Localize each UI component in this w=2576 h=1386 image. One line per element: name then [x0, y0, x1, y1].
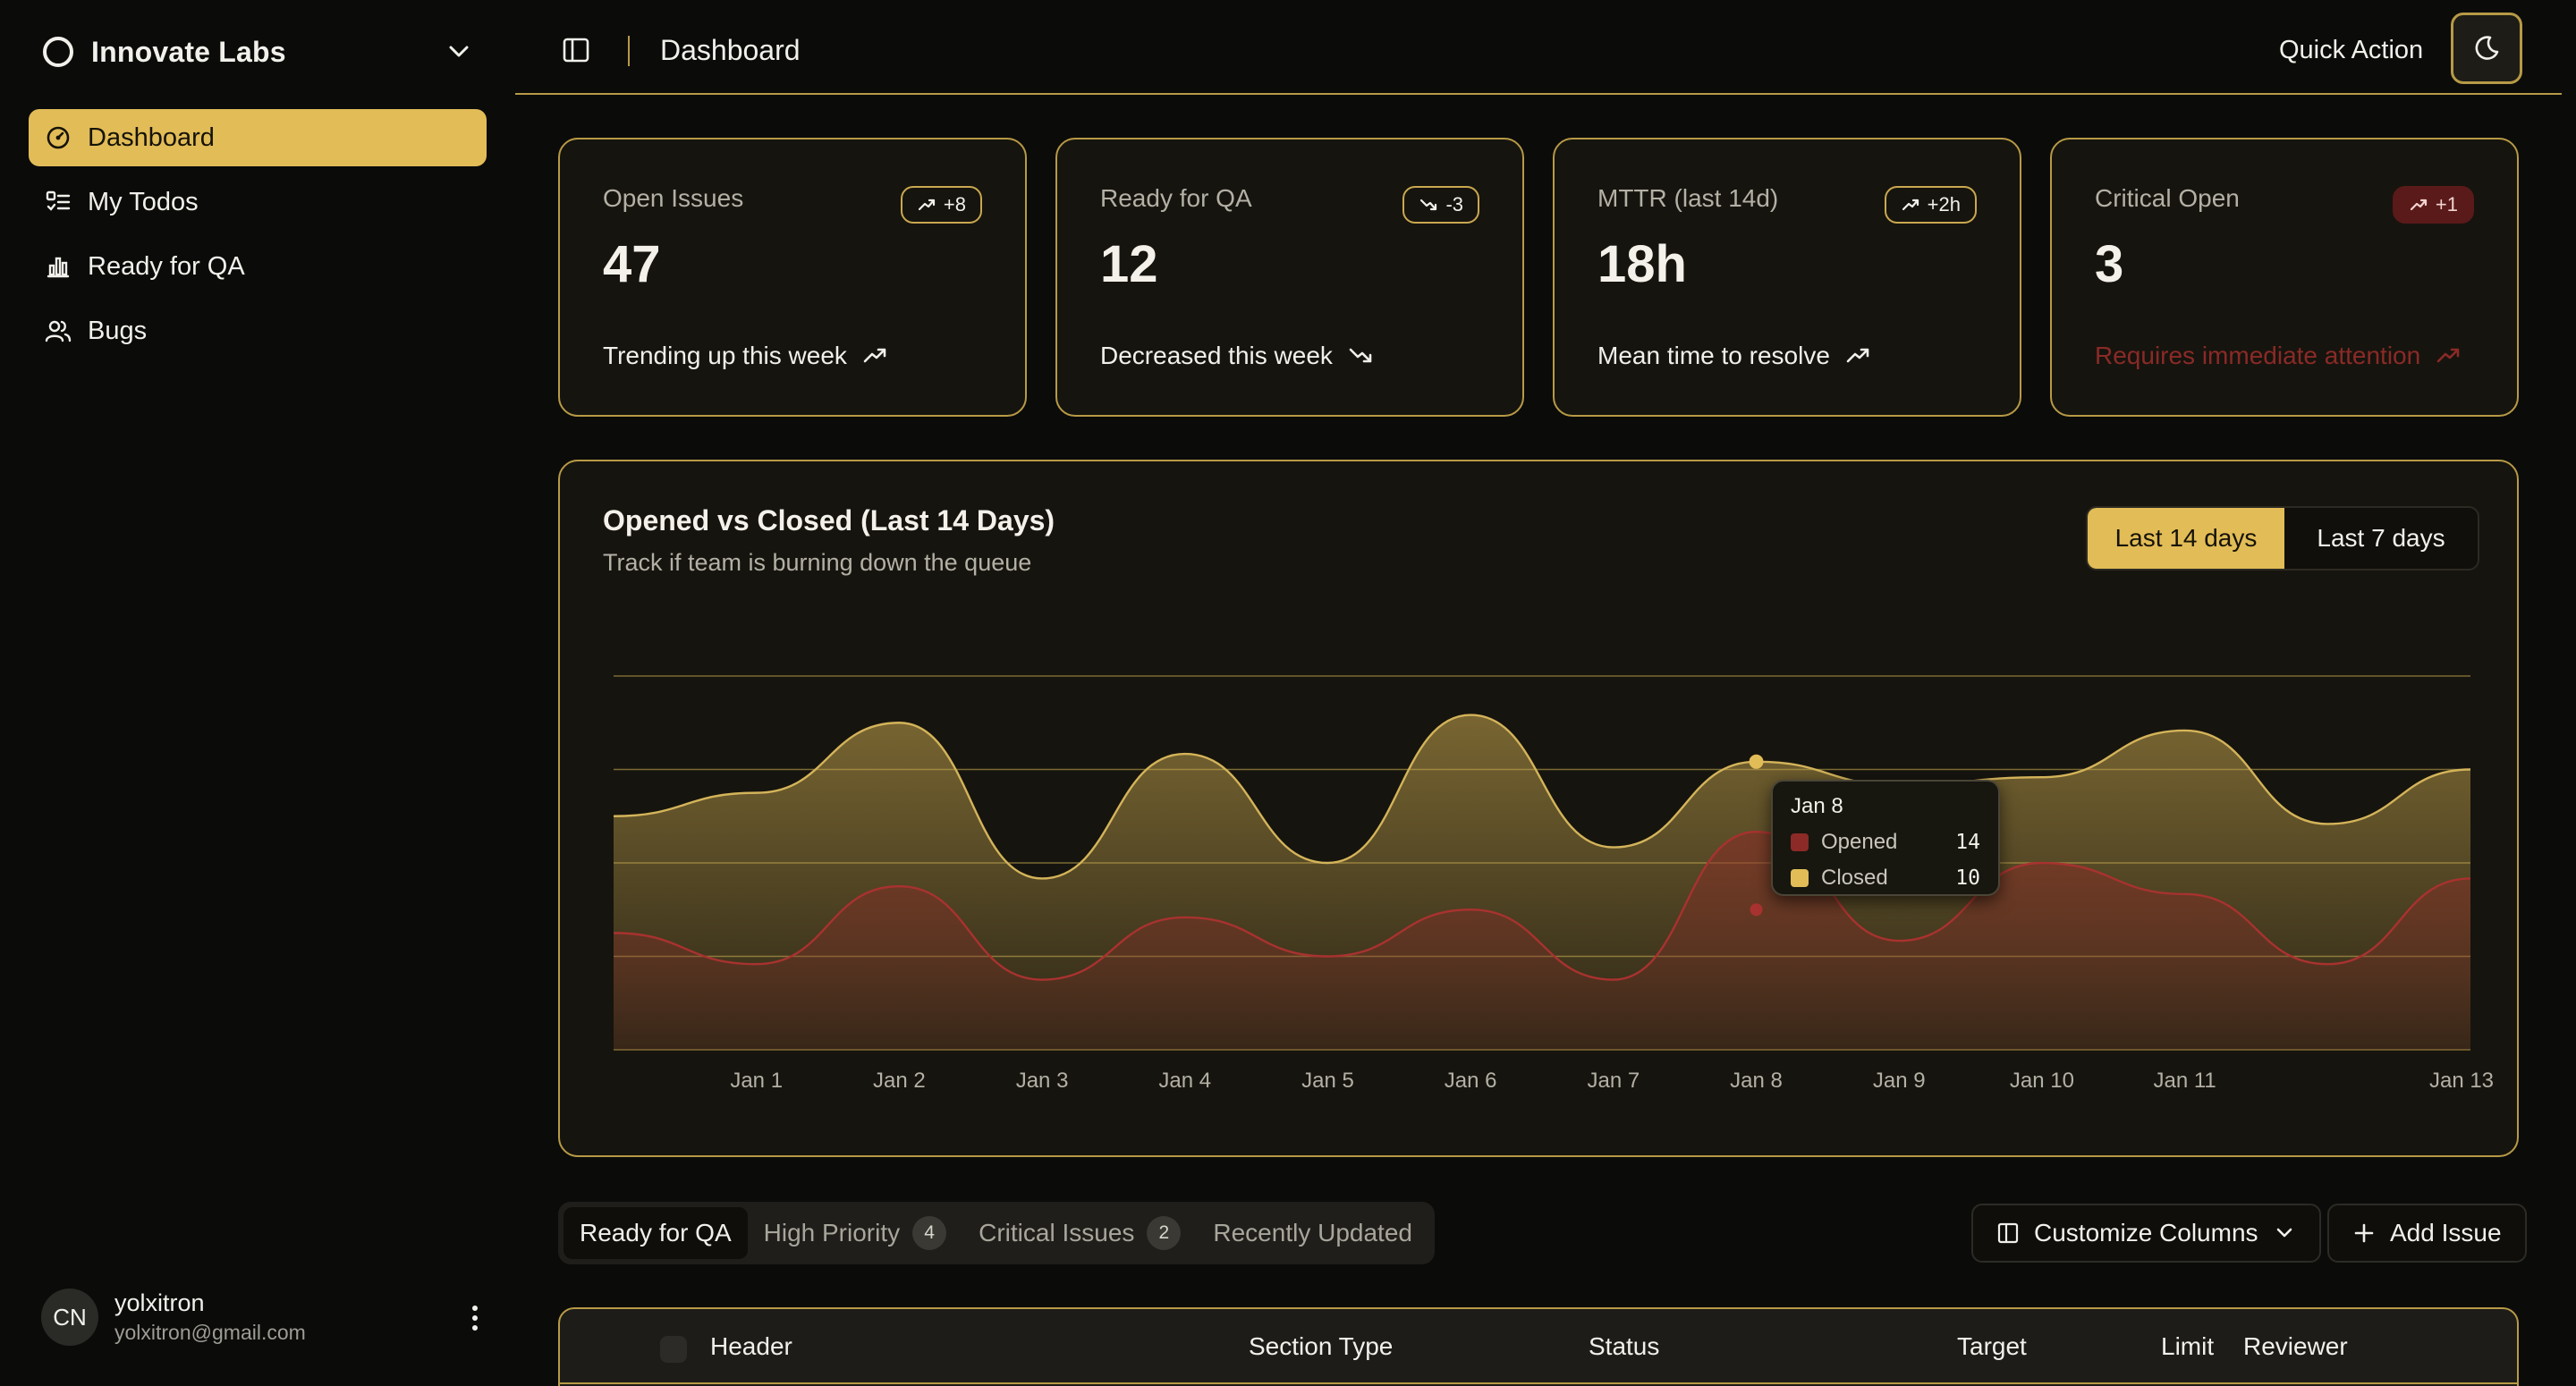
- list-todo-icon: [46, 190, 71, 211]
- issue-tabs: Ready for QA High Priority 4 Critical Iss…: [558, 1202, 1435, 1264]
- sidebar-item-bugs[interactable]: Bugs: [29, 302, 487, 359]
- quick-action-button[interactable]: Quick Action: [2279, 36, 2423, 65]
- avatar: CN: [41, 1289, 98, 1346]
- x-tick-label: Jan 4: [1158, 1069, 1211, 1093]
- stat-footer: Decreased this week: [1100, 342, 1374, 370]
- select-all-checkbox[interactable]: [660, 1336, 687, 1363]
- active-point-closed: [1749, 754, 1764, 769]
- stat-footer: Trending up this week: [603, 342, 888, 370]
- top-header: Dashboard Quick Action: [515, 0, 2562, 95]
- stat-value: 12: [1100, 235, 1158, 293]
- range-last-7-days-button[interactable]: Last 7 days: [2284, 508, 2478, 569]
- x-tick-label: Jan 1: [730, 1069, 783, 1093]
- sidebar-item-label: My Todos: [88, 187, 199, 216]
- moon-icon: [2475, 36, 2499, 60]
- trend-badge: -3: [1402, 186, 1479, 224]
- user-profile[interactable]: CN yolxitron yolxitron@gmail.com: [41, 1286, 488, 1348]
- sidebar-item-label: Dashboard: [88, 123, 215, 152]
- range-last-14-days-button[interactable]: Last 14 days: [2088, 508, 2284, 569]
- trending-up-icon: [918, 199, 936, 211]
- column-header-status[interactable]: Status: [1589, 1332, 1659, 1361]
- column-header-section-type[interactable]: Section Type: [1249, 1332, 1393, 1361]
- sidebar-toggle-icon[interactable]: [562, 36, 590, 64]
- column-header-target[interactable]: Target: [1957, 1332, 2027, 1361]
- user-name: yolxitron: [114, 1289, 205, 1316]
- users-icon: [45, 320, 72, 342]
- x-tick-label: Jan 11: [2153, 1069, 2216, 1093]
- x-tick-label: Jan 13: [2429, 1069, 2494, 1093]
- header-divider: [628, 36, 630, 66]
- stat-value: 3: [2095, 235, 2124, 293]
- chart-card: Jan 1 Jan 2 Jan 3 Jan 4 Jan 5 Jan 6 Jan 7 Jan 8…: [558, 460, 2519, 1157]
- sidebar-item-my-todos[interactable]: My Todos: [29, 173, 487, 231]
- columns-icon: [1997, 1222, 2019, 1244]
- tooltip-title: Jan 8: [1791, 794, 1843, 818]
- chart-subtitle: Track if team is burning down the queue: [603, 549, 1032, 576]
- stat-value: 18h: [1597, 235, 1687, 293]
- stat-card-mttr: MTTR (last 14d) 18h +2h Mean time to res…: [1553, 138, 2021, 417]
- column-header-header[interactable]: Header: [710, 1332, 792, 1361]
- sidebar-item-label: Ready for QA: [88, 251, 245, 281]
- sidebar: Innovate Labs Dashboard My Todos Ready f…: [0, 0, 515, 1386]
- trending-up-icon: [1846, 348, 1869, 363]
- add-issue-button[interactable]: Add Issue: [2327, 1204, 2527, 1263]
- tab-recently-updated[interactable]: Recently Updated: [1197, 1207, 1428, 1259]
- trend-badge: +1: [2392, 186, 2474, 224]
- user-email: yolxitron@gmail.com: [114, 1321, 306, 1344]
- trending-up-icon: [863, 348, 886, 363]
- tab-ready-for-qa[interactable]: Ready for QA: [564, 1207, 748, 1259]
- chart-tooltip: Jan 8 Opened 14 Closed 10: [1771, 780, 2000, 896]
- x-tick-label: Jan 10: [2010, 1069, 2074, 1093]
- tab-count-badge: 4: [912, 1216, 947, 1250]
- stat-footer: Mean time to resolve: [1597, 342, 1871, 370]
- chevron-down-icon[interactable]: [444, 39, 474, 64]
- x-tick-label: Jan 8: [1730, 1069, 1783, 1093]
- x-tick-label: Jan 3: [1016, 1069, 1069, 1093]
- x-tick-label: Jan 7: [1587, 1069, 1640, 1093]
- brand-logo-icon: [43, 37, 73, 67]
- date-range-toggle: Last 14 days Last 7 days: [2086, 506, 2479, 570]
- brand-switcher[interactable]: Innovate Labs: [43, 30, 286, 73]
- tab-high-priority[interactable]: High Priority 4: [748, 1207, 962, 1259]
- theme-toggle-button[interactable]: [2451, 13, 2522, 84]
- active-point-opened: [1750, 903, 1763, 917]
- x-tick-label: Jan 6: [1445, 1069, 1497, 1093]
- column-header-reviewer[interactable]: Reviewer: [2243, 1332, 2348, 1361]
- column-header-limit[interactable]: Limit: [2161, 1332, 2214, 1361]
- x-tick-label: Jan 9: [1873, 1069, 1926, 1093]
- customize-columns-button[interactable]: Customize Columns: [1971, 1204, 2321, 1263]
- trending-down-icon: [1420, 199, 1437, 211]
- stat-card-open-issues: Open Issues 47 +8 Trending up this week: [558, 138, 1027, 417]
- chart-title: Opened vs Closed (Last 14 Days): [603, 504, 1055, 537]
- stat-value: 47: [603, 235, 661, 293]
- gauge-icon: [47, 126, 70, 149]
- bar-chart-icon: [47, 257, 70, 278]
- more-vertical-icon[interactable]: [462, 1302, 488, 1334]
- table-header-divider: [560, 1382, 2517, 1384]
- trend-badge: +2h: [1884, 186, 1977, 224]
- x-tick-label: Jan 5: [1301, 1069, 1354, 1093]
- trending-up-icon: [1902, 199, 1919, 211]
- brand-name: Innovate Labs: [91, 35, 286, 68]
- stat-card-ready-for-qa: Ready for QA 12 -3 Decreased this week: [1055, 138, 1524, 417]
- tab-count-badge: 2: [1147, 1216, 1182, 1250]
- sidebar-item-dashboard[interactable]: Dashboard: [29, 109, 487, 166]
- stat-footer: Requires immediate attention: [2095, 342, 2462, 370]
- issues-table: Header Section Type Status Target Limit …: [558, 1307, 2519, 1386]
- sidebar-nav: Dashboard My Todos Ready for QA Bugs: [29, 109, 487, 367]
- trending-down-icon: [1349, 348, 1372, 363]
- trending-up-icon: [2410, 199, 2428, 211]
- tooltip-row-opened: Opened 14: [1791, 830, 1980, 855]
- trend-badge: +8: [900, 186, 982, 224]
- sidebar-item-ready-for-qa[interactable]: Ready for QA: [29, 238, 487, 295]
- page-title: Dashboard: [660, 34, 801, 66]
- x-tick-label: Jan 2: [873, 1069, 926, 1093]
- chevron-down-icon: [2276, 1228, 2292, 1238]
- trending-up-icon: [2436, 348, 2460, 363]
- tooltip-row-closed: Closed 10: [1791, 866, 1980, 891]
- stat-card-critical-open: Critical Open 3 +1 Requires immediate at…: [2050, 138, 2519, 417]
- sidebar-item-label: Bugs: [88, 316, 148, 345]
- plus-icon: [2354, 1223, 2374, 1243]
- tab-critical-issues[interactable]: Critical Issues 2: [962, 1207, 1197, 1259]
